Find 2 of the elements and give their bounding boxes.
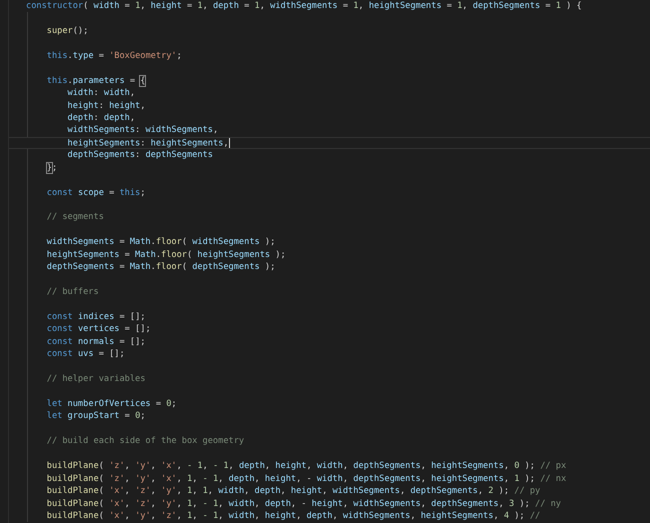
- code-line: constructor( width = 1, height = 1, depth = 1, widthSegments = 1, heightSegments = 1, depthSegments = 1 ) {: [26, 0, 583, 12]
- code-line: heightSegments: heightSegments,: [9, 136, 650, 150]
